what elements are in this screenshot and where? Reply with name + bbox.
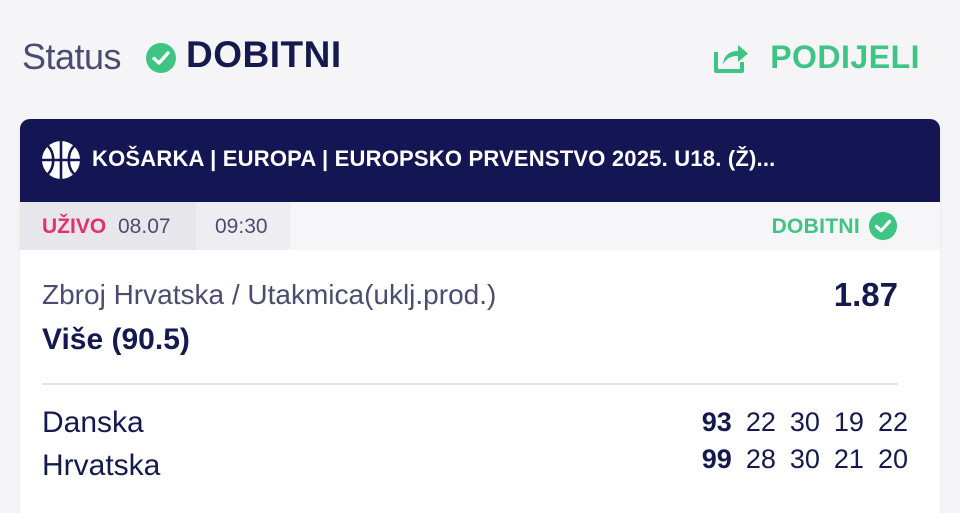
result-badge: DOBITNI: [771, 215, 860, 238]
quarter-score: 30: [789, 444, 820, 474]
check-circle-icon: [145, 42, 177, 74]
status-value: DOBITNI: [186, 34, 342, 75]
team-name-away: Hrvatska: [42, 449, 161, 482]
total-score: 99: [701, 444, 732, 474]
quarter-score: 22: [877, 407, 908, 437]
event-meta-bar: UŽIVO 08.07 09:30 DOBITNI: [20, 202, 940, 250]
divider: [42, 383, 898, 385]
event-time: 09:30: [215, 215, 268, 238]
bet-card: KOŠARKA | EUROPA | EUROPSKO PRVENSTVO 20…: [20, 119, 940, 513]
score-row-away: 99 28 30 21 20: [688, 444, 908, 475]
team-name-home: Danska: [42, 406, 144, 439]
quarter-score: 20: [877, 444, 908, 474]
event-title: KOŠARKA | EUROPA | EUROPSKO PRVENSTVO 20…: [92, 146, 776, 171]
share-label: PODIJELI: [770, 38, 920, 75]
bet-selection: Više (90.5): [42, 323, 190, 356]
basketball-icon: [40, 139, 82, 181]
check-circle-icon: [868, 211, 898, 241]
live-label: UŽIVO: [42, 215, 107, 238]
event-date: 08.07: [118, 215, 171, 238]
bet-market: Zbroj Hrvatska / Utakmica(uklj.prod.): [42, 279, 497, 310]
status-row: Status DOBITNI PODIJELI: [22, 30, 920, 86]
quarter-score: 19: [833, 407, 864, 437]
status-label: Status: [22, 36, 122, 77]
quarter-score: 30: [789, 407, 820, 437]
quarter-score: 28: [745, 444, 776, 474]
event-header[interactable]: KOŠARKA | EUROPA | EUROPSKO PRVENSTVO 20…: [20, 119, 940, 202]
quarter-score: 22: [745, 407, 776, 437]
score-row-home: 93 22 30 19 22: [688, 407, 908, 438]
total-score: 93: [701, 407, 732, 437]
quarter-score: 21: [833, 444, 864, 474]
bet-odds: 1.87: [833, 276, 898, 313]
share-button[interactable]: PODIJELI: [712, 34, 920, 80]
share-icon: [712, 38, 750, 76]
